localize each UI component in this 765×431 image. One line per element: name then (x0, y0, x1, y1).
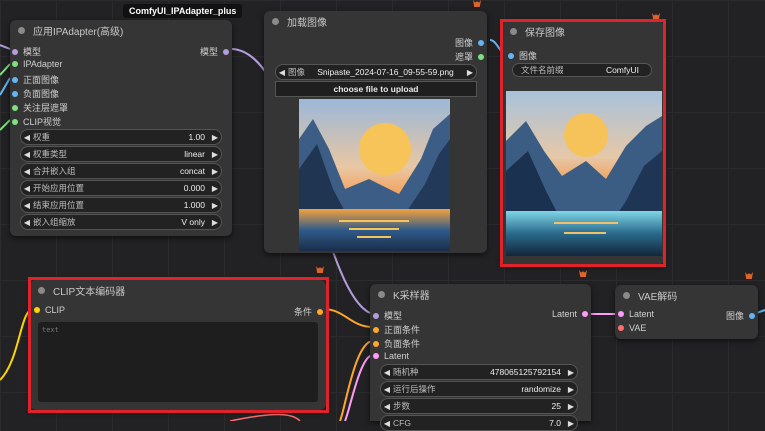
widget-seed[interactable]: ◀ 随机种 478065125792154 ▶ (380, 364, 578, 380)
increment-arrow-icon[interactable]: ▶ (565, 402, 577, 411)
mask-port-icon[interactable] (12, 104, 18, 111)
output-model[interactable]: 模型 (200, 45, 229, 58)
vae-decode-node[interactable]: VAE解码 Latent VAE 图像 (615, 285, 758, 339)
increment-arrow-icon[interactable]: ▶ (209, 167, 221, 176)
increment-arrow-icon[interactable]: ▶ (209, 201, 221, 210)
ksampler-node[interactable]: K采样器 模型 正面条件 负面条件 Latent Latent ◀ 随机种 4780… (370, 284, 591, 431)
latent-port-icon[interactable] (618, 311, 624, 317)
widget-combine-embeds[interactable]: ◀ 合并嵌入组 concat ▶ (20, 163, 222, 179)
image-port-icon[interactable] (749, 312, 755, 319)
image-port-icon[interactable] (12, 76, 18, 83)
input-negative-image[interactable]: 负面图像 (12, 87, 59, 100)
increment-arrow-icon[interactable]: ▶ (565, 419, 577, 428)
decrement-arrow-icon[interactable]: ◀ (276, 68, 288, 77)
increment-arrow-icon[interactable]: ▶ (464, 68, 476, 77)
widget-control-after-generate[interactable]: ◀ 运行后操作 randomize ▶ (380, 381, 578, 397)
widget-end-at[interactable]: ◀ 结束应用位置 1.000 ▶ (20, 197, 222, 213)
highlight-box (28, 277, 329, 413)
collapse-dot-icon[interactable] (378, 290, 385, 298)
input-latent[interactable]: Latent (373, 351, 409, 361)
collapse-dot-icon[interactable] (272, 17, 279, 25)
node-title: 加载图像 (287, 17, 327, 29)
collapse-dot-icon[interactable] (623, 291, 630, 299)
clip-vision-port-icon[interactable] (12, 118, 18, 125)
decrement-arrow-icon[interactable]: ◀ (381, 368, 393, 377)
input-vae[interactable]: VAE (618, 323, 646, 333)
widget-embeds-scaling[interactable]: ◀ 嵌入组缩放 V only ▶ (20, 214, 222, 230)
widget-steps[interactable]: ◀ 步数 25 ▶ (380, 398, 578, 414)
ipadapter-advanced-node[interactable]: 应用IPAdapter(高级) 模型 IPAdapter 正面图像 负面图像 关… (10, 20, 232, 236)
decrement-arrow-icon[interactable]: ◀ (21, 218, 33, 227)
node-title: K采样器 (393, 290, 430, 302)
model-port-icon[interactable] (373, 312, 379, 319)
increment-arrow-icon[interactable]: ▶ (209, 133, 221, 142)
node-title: VAE解码 (638, 291, 678, 303)
increment-arrow-icon[interactable]: ▶ (565, 368, 577, 377)
image-port-icon[interactable] (12, 90, 18, 97)
widget-cfg[interactable]: ◀ CFG 7.0 ▶ (380, 415, 578, 431)
increment-arrow-icon[interactable]: ▶ (209, 184, 221, 193)
output-image[interactable]: 图像 (726, 309, 755, 322)
load-image-node[interactable]: 加载图像 图像 遮罩 ◀ 图像 Snipaste_2024-07-16_09-55-… (264, 11, 487, 253)
increment-arrow-icon[interactable]: ▶ (209, 150, 221, 159)
increment-arrow-icon[interactable]: ▶ (209, 218, 221, 227)
input-positive[interactable]: 正面条件 (373, 323, 420, 336)
input-ipadapter[interactable]: IPAdapter (12, 59, 62, 69)
node-header[interactable]: 应用IPAdapter(高级) (10, 20, 232, 40)
input-latent[interactable]: Latent (618, 309, 654, 319)
input-model[interactable]: 模型 (373, 309, 402, 322)
collapse-dot-icon[interactable] (18, 26, 25, 34)
increment-arrow-icon[interactable]: ▶ (565, 385, 577, 394)
node-pack-badge: ComfyUI_IPAdapter_plus (123, 4, 243, 18)
model-port-icon[interactable] (12, 48, 18, 55)
decrement-arrow-icon[interactable]: ◀ (21, 150, 33, 159)
node-header[interactable]: VAE解码 (615, 285, 758, 305)
model-port-icon[interactable] (223, 48, 229, 55)
image-preview (299, 99, 450, 251)
node-header[interactable]: K采样器 (370, 284, 591, 304)
widget-start-at[interactable]: ◀ 开始应用位置 0.000 ▶ (20, 180, 222, 196)
decrement-arrow-icon[interactable]: ◀ (21, 167, 33, 176)
widget-weight[interactable]: ◀ 权重 1.00 ▶ (20, 129, 222, 145)
node-header[interactable]: 加载图像 (264, 11, 487, 31)
node-title: 应用IPAdapter(高级) (33, 26, 124, 38)
input-positive-image[interactable]: 正面图像 (12, 73, 59, 86)
decrement-arrow-icon[interactable]: ◀ (21, 133, 33, 142)
highlight-box (500, 19, 666, 267)
latent-port-icon[interactable] (582, 311, 588, 317)
decrement-arrow-icon[interactable]: ◀ (381, 402, 393, 411)
input-negative[interactable]: 负面条件 (373, 337, 420, 350)
output-mask[interactable]: 遮罩 (455, 50, 484, 63)
mask-port-icon[interactable] (478, 53, 484, 60)
decrement-arrow-icon[interactable]: ◀ (21, 201, 33, 210)
conditioning-port-icon[interactable] (373, 340, 379, 347)
latent-port-icon[interactable] (373, 353, 379, 359)
input-attn-mask[interactable]: 关注层遮罩 (12, 101, 68, 114)
conditioning-port-icon[interactable] (373, 326, 379, 333)
widget-weight-type[interactable]: ◀ 权重类型 linear ▶ (20, 146, 222, 162)
output-image[interactable]: 图像 (455, 36, 484, 49)
vae-port-icon[interactable] (618, 325, 624, 331)
widget-image-select[interactable]: ◀ 图像 Snipaste_2024-07-16_09-55-59.png ▶ (275, 64, 477, 80)
decrement-arrow-icon[interactable]: ◀ (381, 385, 393, 394)
ipadapter-port-icon[interactable] (12, 61, 18, 67)
image-port-icon[interactable] (478, 39, 484, 46)
input-model[interactable]: 模型 (12, 45, 41, 58)
decrement-arrow-icon[interactable]: ◀ (21, 184, 33, 193)
decrement-arrow-icon[interactable]: ◀ (381, 419, 393, 428)
input-clip-vision[interactable]: CLIP视觉 (12, 115, 61, 128)
choose-file-button[interactable]: choose file to upload (275, 81, 477, 97)
output-latent[interactable]: Latent (552, 309, 588, 319)
